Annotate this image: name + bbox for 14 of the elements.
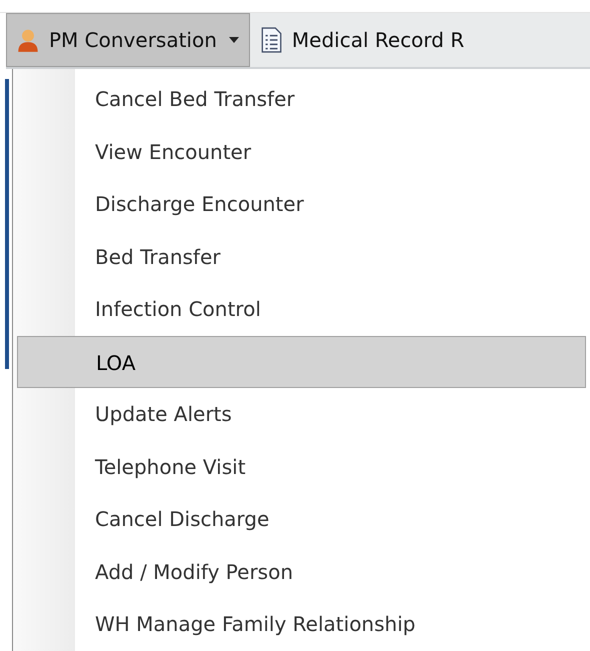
- menu-item[interactable]: Cancel Bed Transfer: [13, 73, 590, 126]
- toolbar-button[interactable]: Medical Record R: [250, 13, 470, 67]
- menu-item[interactable]: Infection Control: [13, 283, 590, 336]
- menu-item[interactable]: Telephone Visit: [13, 440, 590, 493]
- menu-item[interactable]: Add / Modify Person: [13, 546, 590, 598]
- menu-item[interactable]: Update Alerts: [13, 388, 590, 440]
- menu-item[interactable]: LOA: [17, 336, 586, 388]
- menu-item[interactable]: WH Manage Family Relationship: [13, 598, 590, 650]
- menu-item[interactable]: View Encounter: [13, 126, 590, 178]
- toolbar-button[interactable]: PM Conversation: [6, 13, 250, 67]
- caret-icon: [228, 37, 239, 43]
- menu-item[interactable]: Discharge Encounter: [13, 178, 590, 230]
- menu-item[interactable]: Cancel Discharge: [13, 493, 590, 546]
- menu-item[interactable]: Bed Transfer: [13, 230, 590, 283]
